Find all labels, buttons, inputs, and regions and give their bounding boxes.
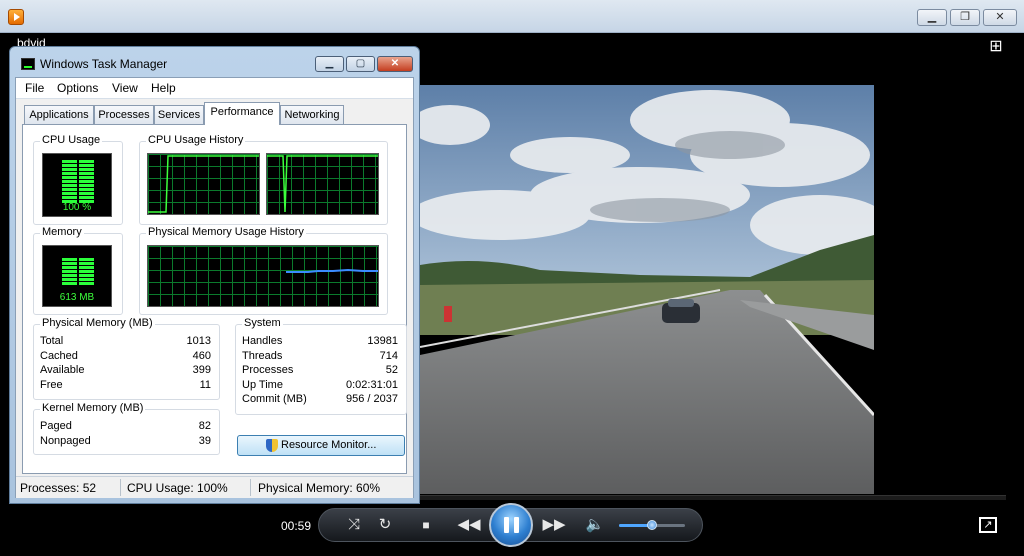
menu-file[interactable]: File	[25, 81, 44, 95]
close-button[interactable]: ✕	[377, 56, 413, 72]
resource-monitor-button[interactable]: Resource Monitor...	[237, 435, 405, 456]
cpu-usage-label: CPU Usage	[40, 134, 103, 146]
memory-history-label: Physical Memory Usage History	[146, 226, 306, 238]
menu-options[interactable]: Options	[57, 81, 98, 95]
task-manager-icon	[21, 58, 35, 70]
kernel-memory-group: Kernel Memory (MB) Paged 82 Nonpaged 39	[33, 402, 220, 455]
stop-icon[interactable]: ■	[414, 515, 438, 535]
system-label: System	[242, 317, 283, 329]
memory-meter-bars	[62, 258, 96, 286]
memory-meter: 613 MB	[42, 245, 112, 307]
previous-icon[interactable]: ◀◀	[455, 515, 483, 535]
status-processes: Processes: 52	[20, 481, 97, 495]
menu-help[interactable]: Help	[151, 81, 176, 95]
media-player-icon	[8, 9, 24, 25]
stat-cached: Cached 460	[40, 350, 211, 362]
cpu-history-graph-core-1	[147, 153, 260, 215]
stat-total: Total 1013	[40, 335, 211, 347]
maximize-button[interactable]: ❐	[950, 9, 980, 26]
current-time: 00:59	[281, 519, 312, 533]
tab-processes[interactable]: Processes	[94, 105, 154, 124]
pause-button[interactable]	[489, 503, 533, 547]
next-icon[interactable]: ▶▶	[540, 515, 568, 535]
close-button[interactable]: ✕	[983, 9, 1017, 26]
tab-networking[interactable]: Networking	[280, 105, 344, 124]
cpu-history-group: CPU Usage History	[139, 134, 388, 225]
cpu-history-label: CPU Usage History	[146, 134, 246, 146]
shield-icon	[266, 439, 278, 452]
maximize-button[interactable]: ▢	[346, 56, 375, 72]
physical-memory-group: Physical Memory (MB) Total 1013 Cached 460…	[33, 317, 220, 400]
resource-monitor-label: Resource Monitor...	[281, 439, 377, 451]
repeat-icon[interactable]: ↻	[373, 515, 397, 535]
cpu-history-graph-core-2	[266, 153, 379, 215]
status-bar: Processes: 52 CPU Usage: 100% Physical M…	[16, 476, 413, 498]
cpu-usage-group: CPU Usage 100 %	[33, 134, 123, 225]
tab-applications[interactable]: Applications	[24, 105, 94, 124]
expand-icon[interactable]: ↗	[979, 517, 997, 533]
kernel-memory-label: Kernel Memory (MB)	[40, 402, 146, 414]
minimize-button[interactable]: ▁	[315, 56, 344, 72]
cpu-usage-meter: 100 %	[42, 153, 112, 217]
physical-memory-label: Physical Memory (MB)	[40, 317, 155, 329]
stat-commit: Commit (MB) 956 / 2037	[242, 393, 398, 405]
status-memory: Physical Memory: 60%	[258, 481, 381, 495]
video-frame[interactable]	[420, 85, 874, 494]
volume-slider[interactable]	[619, 520, 685, 530]
system-group: System Handles 13981 Threads 714 Processes…	[235, 317, 407, 415]
stat-free: Free 11	[40, 379, 211, 391]
performance-panel: CPU Usage 100 % CPU Usage History Memory…	[22, 124, 407, 474]
task-manager-window: Windows Task Manager ▁ ▢ ✕ File Options …	[9, 46, 420, 504]
seek-bar[interactable]	[420, 495, 1006, 500]
memory-history-graph	[147, 245, 379, 307]
volume-thumb[interactable]	[647, 520, 657, 530]
stat-uptime: Up Time 0:02:31:01	[242, 379, 398, 391]
player-titlebar: ▁ ❐ ✕	[0, 0, 1024, 33]
switch-view-icon[interactable]: ⊞	[985, 37, 1007, 57]
status-cpu: CPU Usage: 100%	[127, 481, 228, 495]
stat-paged: Paged 82	[40, 420, 211, 432]
stat-nonpaged: Nonpaged 39	[40, 435, 211, 447]
tab-services[interactable]: Services	[154, 105, 204, 124]
cpu-usage-value: 100 %	[62, 202, 92, 213]
window-title: Windows Task Manager	[40, 57, 168, 71]
tab-performance[interactable]: Performance	[204, 102, 280, 125]
minimize-button[interactable]: ▁	[917, 9, 947, 26]
stat-available: Available 399	[40, 364, 211, 376]
volume-icon[interactable]: 🔈	[583, 515, 607, 535]
task-manager-body: File Options View Help Applications Proc…	[15, 77, 414, 498]
memory-value: 613 MB	[59, 292, 95, 303]
shuffle-icon[interactable]: ⤨	[342, 515, 366, 535]
stat-threads: Threads 714	[242, 350, 398, 362]
menu-view[interactable]: View	[112, 81, 138, 95]
memory-group: Memory 613 MB	[33, 226, 123, 315]
memory-history-group: Physical Memory Usage History	[139, 226, 388, 315]
menu-bar: File Options View Help	[16, 78, 413, 99]
cpu-meter-bars	[62, 160, 96, 204]
memory-label: Memory	[40, 226, 84, 238]
stat-handles: Handles 13981	[242, 335, 398, 347]
stat-processes: Processes 52	[242, 364, 398, 376]
